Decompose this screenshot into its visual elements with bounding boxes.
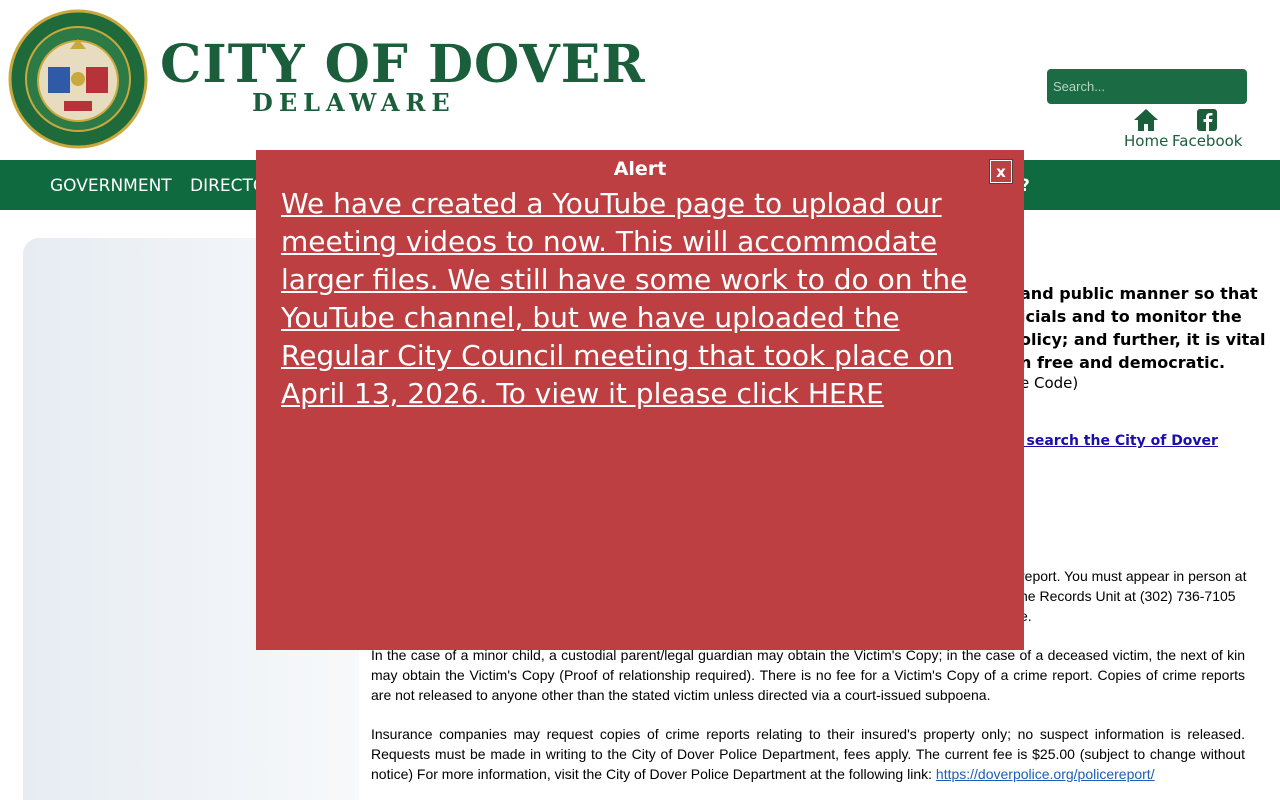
facebook-link[interactable]: Facebook: [1172, 108, 1242, 150]
search-input[interactable]: [1047, 69, 1247, 104]
nav-item-government[interactable]: GOVERNMENT: [50, 176, 172, 196]
close-button[interactable]: x: [989, 159, 1013, 184]
foia-quote-line-4: n free and democratic.: [1020, 353, 1226, 372]
search-city-code-link[interactable]: o search the City of Dover: [1012, 433, 1218, 449]
alert-message-link[interactable]: We have created a YouTube page to upload…: [281, 185, 1001, 413]
home-label: Home: [1124, 132, 1169, 150]
home-link[interactable]: Home: [1124, 108, 1168, 150]
police-report-link[interactable]: https://doverpolice.org/policereport/: [936, 766, 1155, 782]
insurance-paragraph: Insurance companies may request copies o…: [371, 724, 1245, 784]
alert-title: Alert: [613, 158, 667, 180]
facebook-label: Facebook: [1172, 132, 1243, 150]
foia-quote-line-3: olicy; and further, it is vital: [1020, 330, 1266, 349]
report-text-fragment-1: report. You must appear in person at: [1020, 568, 1247, 584]
site-subtitle: DELAWARE: [252, 88, 456, 117]
site-title[interactable]: CITY OF DOVER: [160, 34, 646, 95]
minor-child-paragraph: In the case of a minor child, a custodia…: [371, 647, 1245, 703]
home-icon: [1134, 109, 1159, 131]
report-text-fragment-2: he Records Unit at (302) 736-7105: [1020, 588, 1236, 604]
foia-quote-line-2: icials and to monitor the: [1020, 307, 1242, 326]
city-seal-logo[interactable]: [8, 9, 148, 149]
foia-quote-line-1: and public manner so that: [1020, 284, 1258, 303]
code-reference: e Code): [1020, 374, 1079, 392]
site-header: CITY OF DOVER DELAWARE Home Facebook: [0, 0, 1280, 160]
alert-modal: Alert x We have created a YouTube page t…: [256, 150, 1024, 650]
nav-item-directory[interactable]: DIRECTO: [190, 176, 266, 196]
facebook-icon: [1197, 109, 1218, 131]
